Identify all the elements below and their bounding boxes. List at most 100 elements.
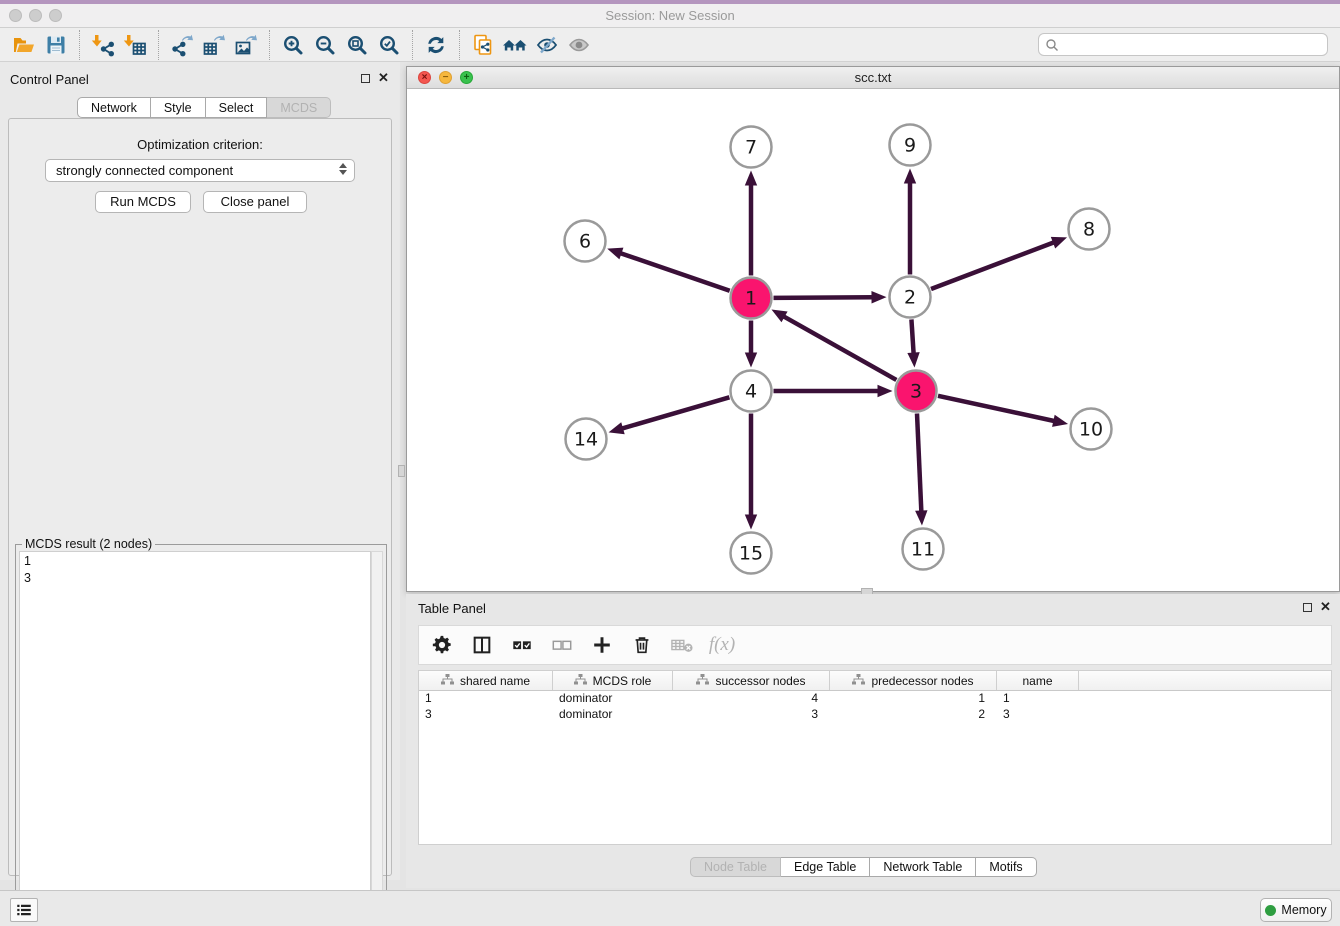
select-all-icon[interactable] [509,632,535,658]
column-header-name[interactable]: name [997,671,1079,690]
edge-3-1[interactable] [783,316,897,380]
edge-3-10[interactable] [938,396,1055,421]
float-panel-icon[interactable] [361,74,370,83]
memory-button[interactable]: Memory [1260,898,1332,922]
control-panel-tabs: NetworkStyleSelectMCDS [77,97,331,118]
search-icon [1045,38,1059,52]
table-cell[interactable]: 3 [419,707,553,723]
result-scrollbar[interactable] [371,551,383,918]
column-header-MCDS-role[interactable]: MCDS role [553,671,673,690]
table-cell[interactable]: 2 [830,707,997,723]
edge-arrowhead [878,385,893,397]
network-window-titlebar[interactable]: × − + scc.txt [407,67,1339,89]
tab-style[interactable]: Style [151,97,206,118]
table-cell[interactable]: 1 [830,691,997,707]
graph-node-label-3: 3 [910,381,922,403]
hide-eye-icon[interactable] [531,30,563,60]
window-zoom-button[interactable] [49,9,62,22]
zoom-in-icon[interactable] [277,30,309,60]
tab-node-table[interactable]: Node Table [690,857,781,877]
tab-motifs[interactable]: Motifs [976,857,1036,877]
edge-4-14[interactable] [621,397,729,429]
show-eye-icon[interactable] [563,30,595,60]
edge-2-3[interactable] [911,319,913,354]
vertical-splitter-handle[interactable] [398,465,405,477]
table-cell[interactable]: 1 [997,691,1079,707]
graph-node-label-9: 9 [904,135,916,157]
edge-1-6[interactable] [620,253,730,291]
run-mcds-button[interactable]: Run MCDS [95,191,191,213]
table-cell[interactable]: 3 [673,707,830,723]
mcds-result-text[interactable]: 1 3 [19,551,371,918]
tab-network-table[interactable]: Network Table [870,857,976,877]
import-network-icon[interactable] [87,30,119,60]
graph-node-label-14: 14 [574,429,598,451]
export-table-icon[interactable] [198,30,230,60]
column-header-predecessor-nodes[interactable]: predecessor nodes [830,671,997,690]
network-maximize-button[interactable]: + [460,71,473,84]
graph-node-label-2: 2 [904,287,916,309]
close-table-panel-icon[interactable]: ✕ [1320,599,1331,615]
network-minimize-button[interactable]: − [439,71,452,84]
table-cell[interactable]: 4 [673,691,830,707]
apply-layout-icon[interactable] [420,30,452,60]
optimization-criterion-label: Optimization criterion: [9,137,391,152]
column-header-shared-name[interactable]: shared name [419,671,553,690]
edge-3-11[interactable] [917,413,921,512]
list-icon [15,901,33,919]
tab-mcds[interactable]: MCDS [267,97,331,118]
home-icon[interactable] [499,30,531,60]
settings-gear-icon[interactable] [429,632,455,658]
select-chevrons-icon [339,163,347,175]
window-minimize-button[interactable] [29,9,42,22]
column-header-successor-nodes[interactable]: successor nodes [673,671,830,690]
node-table[interactable]: shared nameMCDS role successor nodes prede… [418,670,1332,845]
tab-network[interactable]: Network [77,97,151,118]
window-close-button[interactable] [9,9,22,22]
zoom-fit-icon[interactable] [341,30,373,60]
edge-arrowhead [609,422,625,434]
table-cell[interactable]: 3 [997,707,1079,723]
edge-arrowhead [745,515,757,530]
edge-1-2[interactable] [773,297,873,298]
delete-column-icon[interactable] [629,632,655,658]
edge-arrowhead [745,353,757,368]
close-panel-button[interactable]: Close panel [203,191,307,213]
search-box[interactable] [1038,33,1328,56]
zoom-out-icon[interactable] [309,30,341,60]
network-close-button[interactable]: × [418,71,431,84]
search-input[interactable] [1059,34,1327,55]
table-panel: Table Panel ✕ f(x) shared nameMCDS roles… [406,594,1340,888]
import-table-icon[interactable] [119,30,151,60]
table-cell[interactable]: dominator [553,691,673,707]
zoom-selected-icon[interactable] [373,30,405,60]
main-toolbar [0,28,1340,62]
table-row[interactable]: 3dominator323 [419,707,1331,723]
table-cell[interactable]: 1 [419,691,553,707]
status-bar: Memory [0,890,1340,926]
column-header-label: successor nodes [715,674,805,688]
tab-edge-table[interactable]: Edge Table [781,857,870,877]
edge-arrowhead [915,510,927,525]
save-session-icon[interactable] [40,30,72,60]
table-cell[interactable]: dominator [553,707,673,723]
graph-node-label-10: 10 [1079,419,1103,441]
network-canvas[interactable]: 7968124314101511 [407,89,1339,592]
tab-select[interactable]: Select [206,97,268,118]
edge-arrowhead [745,171,757,186]
open-session-icon[interactable] [8,30,40,60]
close-panel-icon[interactable]: ✕ [378,70,389,86]
edge-2-8[interactable] [931,242,1055,289]
graph-node-label-6: 6 [579,231,591,253]
column-view-icon[interactable] [469,632,495,658]
optimization-criterion-select[interactable]: strongly connected component [45,159,355,182]
export-image-icon[interactable] [230,30,262,60]
deselect-all-icon[interactable] [549,632,575,658]
table-row[interactable]: 1dominator411 [419,691,1331,707]
export-network-icon[interactable] [166,30,198,60]
clone-network-icon[interactable] [467,30,499,60]
float-table-panel-icon[interactable] [1303,603,1312,612]
add-column-icon[interactable] [589,632,615,658]
flatten-tree-icon [852,674,865,688]
task-history-button[interactable] [10,898,38,922]
